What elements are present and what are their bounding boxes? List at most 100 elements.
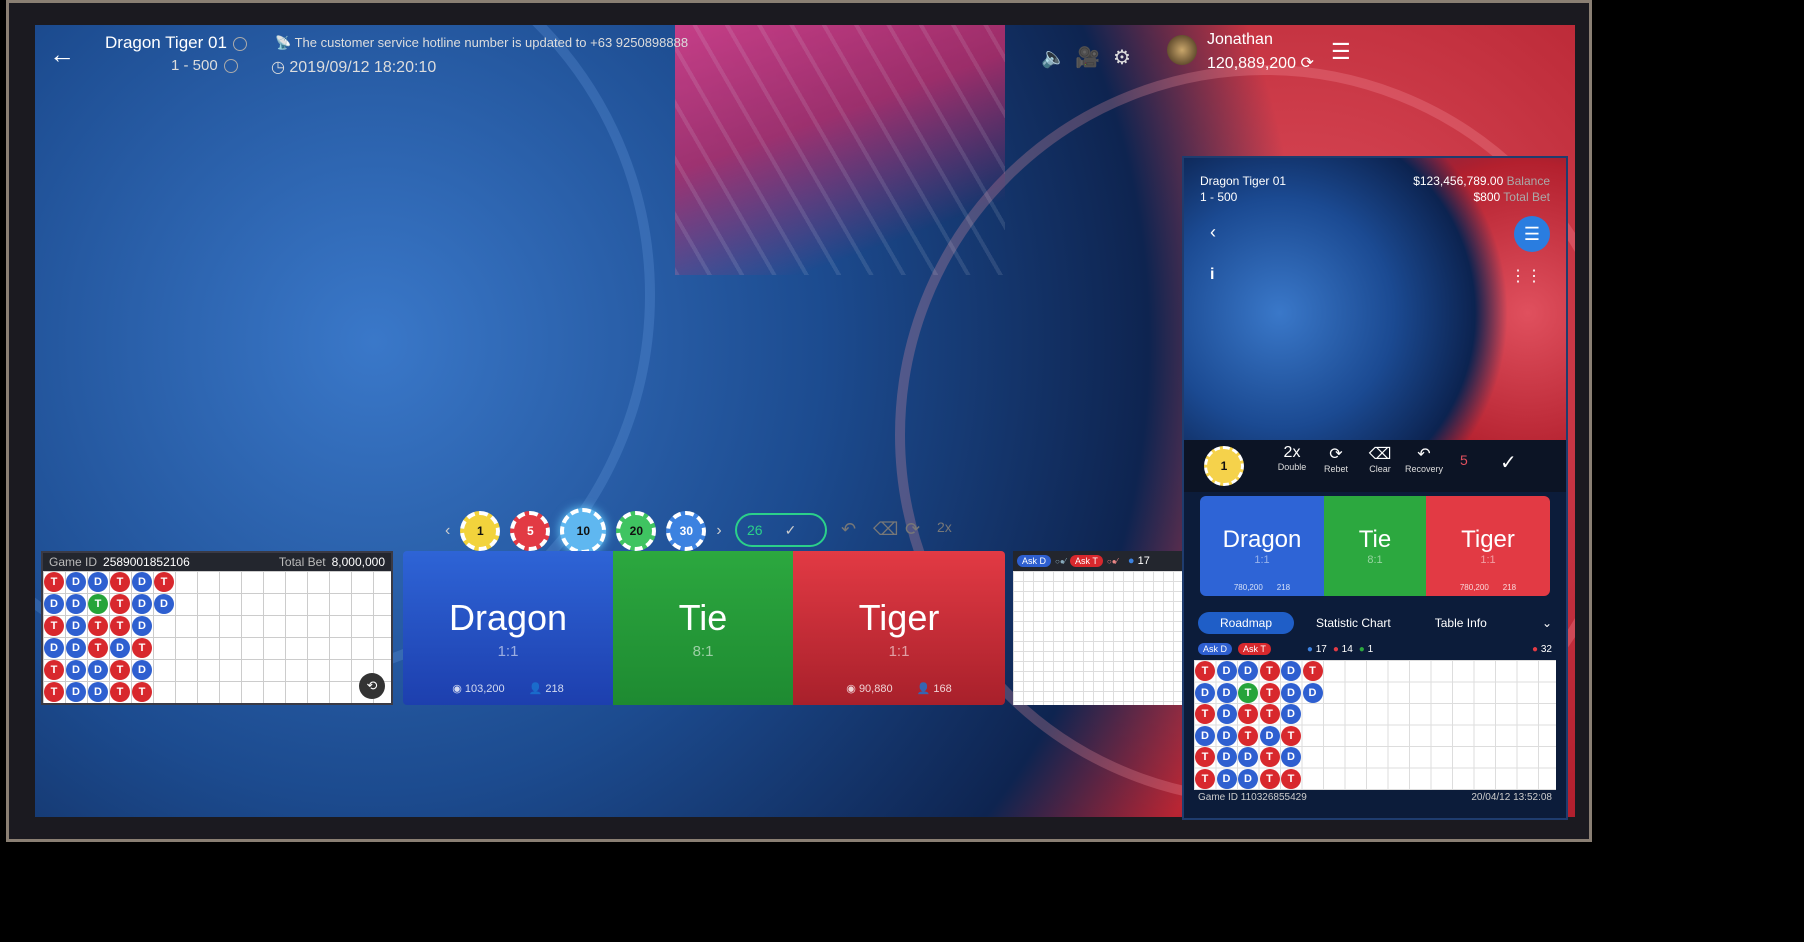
chip-10[interactable]: 10 xyxy=(560,508,607,554)
dragon-players: 👤 218 xyxy=(528,683,564,695)
dragon-win-count: ● 17 xyxy=(1127,555,1150,567)
mobile-chip[interactable]: 1 xyxy=(1204,446,1244,486)
recovery-button[interactable]: ↶ Recovery xyxy=(1402,444,1446,474)
bead: D xyxy=(1216,768,1237,789)
bead: T xyxy=(1238,704,1258,724)
total-bet: 8,000,000 xyxy=(331,555,385,569)
bead: D xyxy=(88,682,108,702)
chip-next-icon[interactable]: › xyxy=(716,522,721,540)
mobile-ask-dragon[interactable]: Ask D xyxy=(1198,643,1233,655)
avatar[interactable] xyxy=(1167,35,1197,65)
bead: D xyxy=(66,638,86,658)
bead: D xyxy=(66,682,86,702)
mobile-total-count: ● 32 xyxy=(1532,643,1552,655)
mobile-tiger-odds: 1:1 xyxy=(1480,554,1496,566)
chip-1[interactable]: 1 xyxy=(460,511,501,551)
ask-tiger-button[interactable]: Ask T xyxy=(1070,555,1103,567)
mobile-back-icon[interactable]: ‹ xyxy=(1210,222,1216,243)
speaker-icon[interactable]: 🔈 xyxy=(1041,45,1066,70)
tiger-label: Tiger xyxy=(858,596,940,638)
ask-dragon-preview: ○●⁄ xyxy=(1055,556,1067,566)
tie-label: Tie xyxy=(678,596,728,638)
big-road-panel: Ask D ○●⁄ Ask T ○●⁄ ● 17 xyxy=(1013,551,1193,705)
bead: T xyxy=(1281,768,1301,789)
tiger-bet-area[interactable]: Tiger 1:1 ◉ 90,880 👤 168 xyxy=(793,551,1005,705)
bead: T xyxy=(1259,682,1280,703)
chip-5[interactable]: 5 xyxy=(510,511,551,551)
mobile-total-bet: $800 Total Bet xyxy=(1473,190,1550,204)
bead: T xyxy=(1195,768,1215,789)
tiger-amount: ◉ 90,880 xyxy=(846,683,893,695)
bead: D xyxy=(44,638,64,658)
rebet-button[interactable]: ⟳ Rebet xyxy=(1314,444,1358,474)
hamburger-menu-icon[interactable]: ☰ xyxy=(1331,39,1351,65)
bead: T xyxy=(88,638,108,658)
settings-gear-icon[interactable]: ⚙ xyxy=(1113,45,1131,70)
ask-dragon-button[interactable]: Ask D xyxy=(1017,555,1052,567)
tie-bet-area[interactable]: Tie 8:1 xyxy=(613,551,793,705)
back-arrow-icon[interactable]: ← xyxy=(49,39,75,70)
chevron-down-icon[interactable]: ⌄ xyxy=(1542,616,1552,630)
refresh-icon[interactable]: ⟳ xyxy=(1300,55,1313,72)
mobile-tie-count: ● 1 xyxy=(1358,643,1374,655)
chip-30[interactable]: 30 xyxy=(666,511,707,551)
bead: D xyxy=(1216,725,1237,746)
mobile-menu-icon[interactable]: ☰ xyxy=(1514,216,1550,252)
double-button[interactable]: 2x Double xyxy=(1270,444,1314,472)
mobile-dragon-bet-area[interactable]: Dragon 1:1 780,200 218 xyxy=(1200,496,1324,596)
bead: T xyxy=(154,572,174,592)
bead: D xyxy=(88,572,108,592)
bead: T xyxy=(1195,704,1215,724)
bead: D xyxy=(1302,682,1323,703)
clear-icon[interactable]: ⌫ xyxy=(873,519,898,540)
bead: D xyxy=(66,572,86,592)
bead: T xyxy=(1281,725,1301,746)
info-icon[interactable] xyxy=(232,36,247,51)
bead: D xyxy=(110,638,130,658)
video-camera-icon[interactable]: 🎥 xyxy=(1075,45,1100,70)
mobile-tiger-bet-area[interactable]: Tiger 1:1 780,200 218 xyxy=(1426,496,1550,596)
tiger-odds: 1:1 xyxy=(888,642,910,660)
bead: D xyxy=(1216,747,1237,767)
double-icon[interactable]: 2x xyxy=(937,519,952,535)
mobile-info-icon[interactable]: i xyxy=(1210,266,1214,284)
mobile-action-bar: 1 2x Double ⟳ Rebet ⌫ Clear ↶ Recovery 5 ✓ xyxy=(1184,440,1566,492)
bead: D xyxy=(1216,682,1237,703)
chip-20[interactable]: 20 xyxy=(616,511,657,551)
shuffle-icon[interactable]: ⟲ xyxy=(359,673,385,699)
mobile-ask-tiger[interactable]: Ask T xyxy=(1238,643,1271,655)
game-id-label: Game ID xyxy=(49,555,98,569)
limit-icon[interactable] xyxy=(223,59,238,74)
rebet-icon[interactable]: ⟳ xyxy=(905,519,920,540)
mobile-tiger-label: Tiger xyxy=(1461,526,1515,553)
bead: D xyxy=(1281,704,1301,724)
bead: D xyxy=(1216,661,1237,681)
mobile-tabs: Roadmap Statistic Chart Table Info ⌄ xyxy=(1198,610,1552,636)
mobile-game-id: Game ID 110326855429 xyxy=(1198,792,1307,803)
mobile-tie-bet-area[interactable]: Tie 8:1 xyxy=(1324,496,1426,596)
bead: D xyxy=(1216,704,1237,724)
bead: D xyxy=(132,660,152,680)
tab-statistic-chart[interactable]: Statistic Chart xyxy=(1294,612,1413,634)
bead: T xyxy=(44,660,64,680)
mobile-table-name: Dragon Tiger 01 xyxy=(1200,174,1287,188)
tab-table-info[interactable]: Table Info xyxy=(1413,612,1509,634)
big-road-grid xyxy=(1013,571,1193,705)
bead: D xyxy=(66,616,86,636)
confirm-check-icon[interactable]: ✓ xyxy=(785,522,797,539)
bead: D xyxy=(44,594,64,614)
undo-icon[interactable]: ↶ xyxy=(841,519,856,540)
bead: D xyxy=(132,572,152,592)
bead: T xyxy=(110,572,130,592)
bead: T xyxy=(1195,747,1215,767)
bead: D xyxy=(132,594,152,614)
clear-button[interactable]: ⌫ Clear xyxy=(1358,444,1402,474)
mobile-grid-icon[interactable]: ⋮⋮ xyxy=(1510,266,1542,286)
mobile-footer: Game ID 110326855429 20/04/12 13:52:08 xyxy=(1198,792,1552,803)
mobile-confirm-check-icon[interactable]: ✓ xyxy=(1500,450,1517,475)
chip-prev-icon[interactable]: ‹ xyxy=(445,522,450,540)
mobile-dragon-label: Dragon xyxy=(1222,526,1302,553)
dragon-bet-area[interactable]: Dragon 1:1 ◉ 103,200 👤 218 xyxy=(403,551,613,705)
game-id: 2589001852106 xyxy=(103,555,190,569)
tab-roadmap[interactable]: Roadmap xyxy=(1198,612,1295,634)
